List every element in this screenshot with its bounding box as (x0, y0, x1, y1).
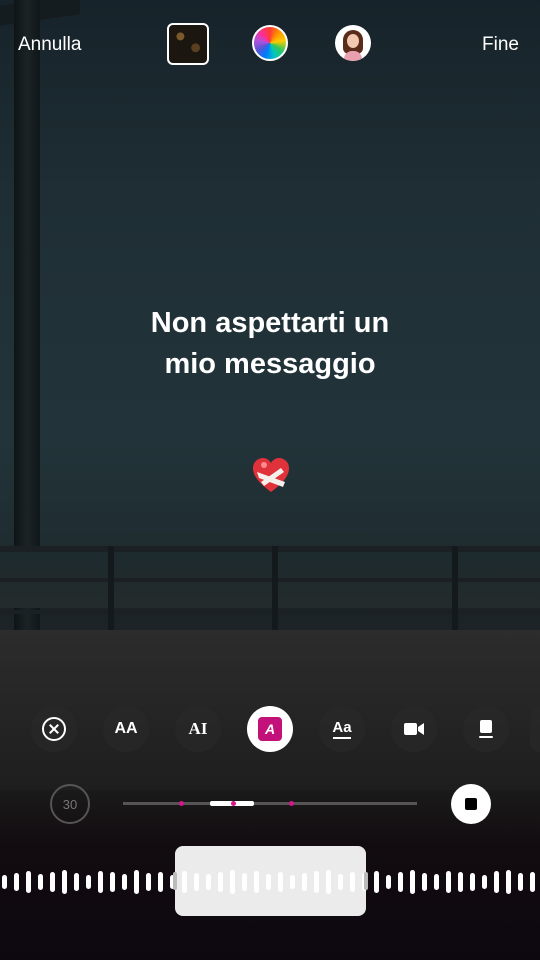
text-style-button[interactable]: AI (175, 706, 221, 752)
waveform-bar (410, 870, 415, 894)
background-thumbnail-button[interactable] (167, 23, 209, 65)
story-text-line: mio messaggio (164, 348, 376, 380)
waveform-bar (386, 875, 391, 889)
railing-top (0, 546, 540, 552)
color-wheel-icon[interactable] (252, 25, 288, 61)
stop-icon (465, 798, 477, 810)
story-text[interactable]: Non aspettarti un mio messaggio (0, 303, 540, 385)
duration-badge[interactable]: 30 (50, 784, 90, 824)
railing-mid (0, 578, 540, 582)
waveform-bar (530, 872, 535, 892)
close-icon (42, 717, 66, 741)
video-button[interactable] (391, 706, 437, 752)
close-text-tool-button[interactable] (31, 706, 77, 752)
top-bar: Annulla Fine (0, 22, 540, 66)
waveform-bar (446, 871, 451, 893)
waveform-bar (482, 875, 487, 889)
railing-post (452, 546, 458, 630)
waveform-bar (98, 871, 103, 893)
waveform-bar (50, 872, 55, 892)
avatar[interactable] (335, 25, 371, 61)
waveform-bar (62, 870, 67, 894)
waveform-bar (110, 872, 115, 892)
text-animation-icon: A (258, 717, 282, 741)
story-editor-screen: Annulla Fine Non aspettarti un mio messa… (0, 0, 540, 960)
text-background-icon: Aa (332, 719, 352, 739)
text-toolbar: AA AI A Aa (0, 706, 540, 752)
waveform-bar (518, 873, 523, 891)
waveform-bar (122, 874, 127, 890)
timeline-marker (179, 801, 184, 806)
waveform-bar (86, 875, 91, 889)
waveform-bar (458, 872, 463, 892)
text-background-button[interactable]: Aa (319, 706, 365, 752)
waveform-bar (398, 872, 403, 892)
video-icon (404, 723, 424, 735)
railing-post (272, 546, 278, 630)
waveform-bar (434, 874, 439, 890)
sticker-icon (479, 720, 493, 738)
waveform-bar (506, 870, 511, 894)
waveform-bar (14, 873, 19, 891)
mending-heart-icon[interactable] (251, 456, 291, 496)
timeline-marker (231, 801, 236, 806)
waveform-bar (470, 873, 475, 891)
waveform-bar (2, 875, 7, 889)
railing-post (108, 546, 114, 630)
audio-clip-selector[interactable] (173, 846, 368, 916)
text-animation-button[interactable]: A (247, 706, 293, 752)
waveform-bar (134, 870, 139, 894)
font-size-button[interactable]: AA (103, 706, 149, 752)
timeline-track[interactable] (123, 802, 417, 805)
waveform-bar (494, 871, 499, 893)
waveform-bar (38, 874, 43, 890)
more-tools-button[interactable] (530, 706, 540, 752)
waveform-bar (158, 872, 163, 892)
waveform-bar (26, 871, 31, 893)
sticker-button[interactable] (463, 706, 509, 752)
done-button[interactable]: Fine (482, 34, 519, 56)
story-text-line: Non aspettarti un (150, 307, 390, 339)
font-size-icon: AA (114, 720, 138, 737)
waveform-bar (422, 873, 427, 891)
railing-bottom (0, 610, 540, 614)
stop-button[interactable] (451, 784, 491, 824)
timeline-marker (289, 801, 294, 806)
waveform-bar (146, 873, 151, 891)
waveform-bar (74, 873, 79, 891)
cancel-button[interactable]: Annulla (18, 34, 81, 56)
waveform-bar (374, 871, 379, 893)
text-style-icon: AI (188, 719, 208, 738)
